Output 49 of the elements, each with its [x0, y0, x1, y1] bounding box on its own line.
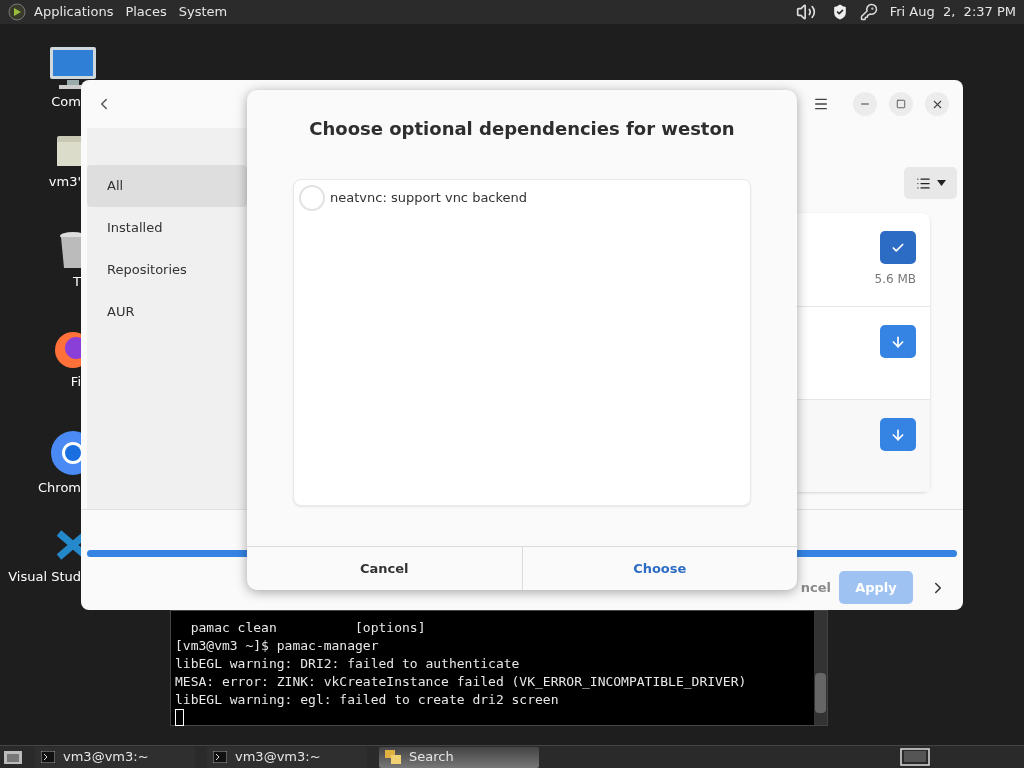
desktop-icon-label[interactable]: T	[73, 272, 81, 292]
cancel-button[interactable]: Cancel	[247, 547, 522, 590]
maximize-button[interactable]	[889, 92, 913, 116]
view-mode-button[interactable]	[904, 167, 957, 199]
volume-icon[interactable]	[795, 2, 816, 22]
key-icon[interactable]	[859, 3, 878, 21]
terminal-line: MESA: error: ZINK: vkCreateInstance failed (VK_ERROR_INCOMPATIBLE_DRIVER)	[175, 673, 747, 691]
workspace-icon[interactable]	[900, 748, 930, 766]
taskbar-button[interactable]: vm3@vm3:~	[207, 746, 367, 768]
monitor-icon	[49, 46, 97, 90]
desktop-icon-label[interactable]: Fi	[70, 372, 81, 392]
panel-menu[interactable]: Applications	[34, 2, 114, 22]
installed-button[interactable]	[880, 231, 916, 264]
choose-button[interactable]: Choose	[521, 547, 797, 590]
folder-search-icon	[385, 750, 401, 764]
terminal-line: [vm3@vm3 ~]$ pamac-manager	[175, 637, 379, 655]
desktop-icon-label[interactable]: vm3'	[48, 172, 81, 192]
menu-icon[interactable]	[813, 96, 829, 112]
close-button[interactable]	[925, 92, 949, 116]
show-desktop-icon[interactable]	[3, 748, 23, 766]
terminal-line: libEGL warning: egl: failed to create dri2 screen	[175, 691, 559, 709]
sidebar-item[interactable]: Installed	[87, 207, 247, 249]
sidebar-item[interactable]: All	[87, 165, 247, 207]
menu-logo-icon[interactable]	[8, 3, 26, 21]
panel-menu[interactable]: Places	[125, 2, 167, 22]
minimize-button[interactable]	[853, 92, 877, 116]
sidebar-item[interactable]: Repositories	[87, 249, 247, 291]
taskbar-button[interactable]: vm3@vm3:~	[35, 746, 195, 768]
package-size: 5.6 MB	[874, 271, 916, 288]
terminal-line: libEGL warning: DRI2: failed to authenticate	[175, 655, 520, 673]
caret-icon	[936, 180, 946, 186]
option-label[interactable]: neatvnc: support vnc backend	[330, 188, 528, 208]
panel-menu[interactable]: System	[178, 2, 228, 22]
taskbar-button[interactable]: Search	[379, 746, 539, 768]
sidebar-item[interactable]: AUR	[87, 291, 247, 333]
radio-button[interactable]	[299, 185, 325, 211]
install-button[interactable]	[880, 325, 916, 358]
install-button[interactable]	[880, 418, 916, 451]
desktop-icon-label[interactable]: Com	[51, 92, 81, 112]
clock[interactable]: Fri Aug 2, 2:37 PM	[889, 2, 1016, 22]
desktop-icon-label[interactable]: Visual Stud	[8, 567, 81, 587]
terminal-line: pamac clean [options]	[189, 619, 426, 637]
terminal-icon	[213, 751, 227, 763]
maximize-icon	[896, 99, 906, 109]
terminal-cursor	[175, 709, 184, 726]
desktop-icon-label[interactable]: Chrom	[38, 478, 81, 498]
dialog-title: Choose optional dependencies for weston	[308, 117, 736, 141]
list-icon	[915, 175, 931, 191]
terminal-icon	[41, 751, 55, 763]
